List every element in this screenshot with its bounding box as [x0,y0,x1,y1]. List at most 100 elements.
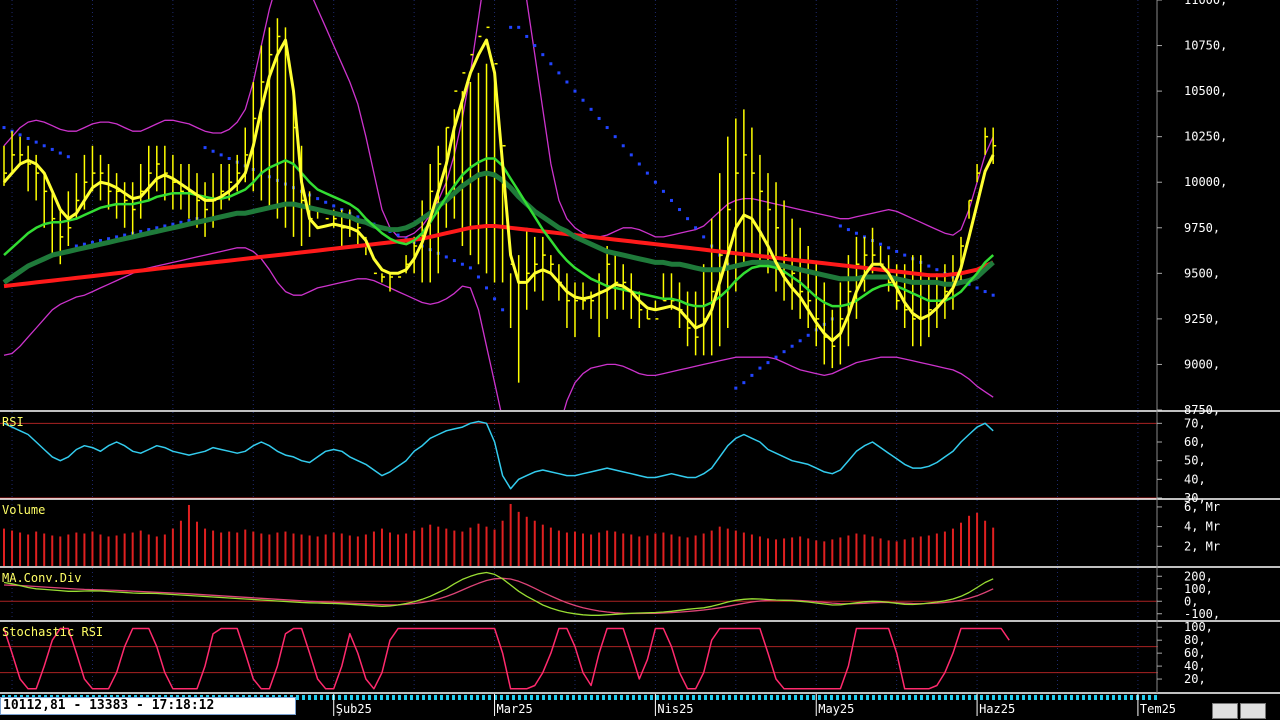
sar-dot [991,293,995,297]
timeline-tick [338,695,341,700]
timeline-tick [488,695,491,700]
y-tick-label: 10750, [1184,39,1227,53]
timeline-tick [1004,695,1007,700]
timeline-tick [380,695,383,700]
timeline-tick [908,695,911,700]
y-tick-label: -100, [1184,607,1220,621]
y-tick-label: 9250, [1184,312,1220,326]
timeline-tick [902,695,905,700]
timeline-tick [914,695,917,700]
sar-dot [927,264,931,268]
y-tick-label: 40, [1184,659,1206,673]
sar-dot [605,126,609,130]
y-tick-label: 4, Mr [1184,520,1220,534]
timeline-tick [866,695,869,700]
sar-dot [742,381,746,385]
month-label: Tem25 [1140,702,1176,716]
timeline-tick [548,695,551,700]
stochastic-rsi-label: Stochastic RSI [2,625,103,639]
sar-dot [589,107,593,111]
sar-dot [525,34,529,38]
sar-dot [517,25,521,29]
sar-dot [766,361,770,365]
sar-dot [476,275,480,279]
sar-dot [396,233,400,237]
timeline-tick [722,695,725,700]
y-tick-label: 50, [1184,454,1206,468]
timeline-tick [1064,695,1067,700]
timeline-tick [842,695,845,700]
sar-dot [879,242,883,246]
timeline-tick [872,695,875,700]
sar-dot [782,350,786,354]
timeline-tick [572,695,575,700]
timeline-tick [1046,695,1049,700]
timeline-tick [410,695,413,700]
timeline-tick [614,695,617,700]
timeline-tick [1010,695,1013,700]
timeline-tick [992,695,995,700]
timeline-tick [518,695,521,700]
sar-dot [485,286,489,290]
timeline-tick [506,695,509,700]
timeline-tick [1118,695,1121,700]
volume-label: Volume [2,503,45,517]
month-label: Haz25 [979,702,1015,716]
timeline-tick [464,695,467,700]
timeline-tick [770,695,773,700]
timeline-tick [638,695,641,700]
y-tick-label: 80, [1184,633,1206,647]
timeline-tick [674,695,677,700]
y-tick-label: 100, [1184,620,1213,634]
timeline-tick [980,695,983,700]
sar-dot [468,266,472,270]
timeline-tick [512,695,515,700]
timeline-tick [344,695,347,700]
timeline-tick [326,695,329,700]
timeline-tick [686,695,689,700]
timeline-tick [956,695,959,700]
scroll-right-button[interactable] [1240,703,1266,719]
sar-dot [541,53,545,57]
timeline-tick [704,695,707,700]
timeline-tick [356,695,359,700]
timeline-tick [374,695,377,700]
sar-dot [203,146,207,150]
timeline-tick [578,695,581,700]
sar-dot [694,226,698,230]
timeline-tick [1124,695,1127,700]
timeline-tick [878,695,881,700]
timeline-tick [560,695,563,700]
sar-dot [806,333,810,337]
sar-dot [219,153,223,157]
timeline-tick [782,695,785,700]
sar-dot [50,147,54,151]
timeline-tick [716,695,719,700]
timeline-tick [740,695,743,700]
timeline-tick [944,695,947,700]
timeline-tick [1058,695,1061,700]
timeline-tick [470,695,473,700]
sar-dot [533,44,537,48]
sar-dot [854,231,858,235]
timeline-tick [830,695,833,700]
timeline-tick [1088,695,1091,700]
y-tick-label: 70, [1184,416,1206,430]
y-tick-label: 11000, [1184,0,1227,7]
y-tick-label: 9750, [1184,221,1220,235]
timeline-tick [1142,695,1145,700]
timeline-tick [692,695,695,700]
sar-dot [452,259,456,263]
month-label: May25 [818,702,854,716]
sar-dot [686,217,690,221]
sar-dot [227,157,231,161]
navigate-icon[interactable] [1212,703,1238,719]
timeline-tick [1022,695,1025,700]
timeline-tick [680,695,683,700]
sar-dot [661,189,665,193]
timeline-tick [446,695,449,700]
sar-dot [895,249,899,253]
timeline-tick [764,695,767,700]
timeline-tick [938,695,941,700]
timeline-tick [1076,695,1079,700]
